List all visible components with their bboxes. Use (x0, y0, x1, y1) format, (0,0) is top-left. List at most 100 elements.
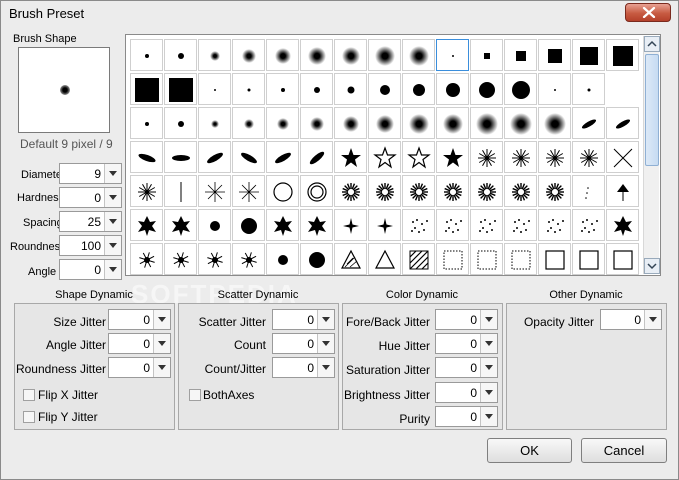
brush-preset-cell[interactable] (232, 39, 265, 71)
brush-preset-cell[interactable] (402, 73, 435, 105)
size-jitter-dropdown[interactable] (153, 310, 170, 329)
brush-preset-cell[interactable] (334, 175, 367, 207)
brush-preset-cell[interactable] (436, 107, 469, 139)
hue-jitter-stepper[interactable]: 0 (435, 333, 498, 354)
brush-preset-cell[interactable] (300, 141, 333, 173)
brush-preset-cell[interactable] (572, 73, 605, 105)
brush-preset-cell[interactable] (198, 175, 231, 207)
brush-preset-cell[interactable] (232, 209, 265, 241)
brush-preset-cell[interactable] (334, 39, 367, 71)
brush-preset-cell[interactable] (470, 209, 503, 241)
size-jitter-stepper[interactable]: 0 (108, 309, 171, 330)
fore-back-jitter-dropdown[interactable] (480, 310, 497, 329)
brush-preset-cell[interactable] (164, 209, 197, 241)
scroll-down-button[interactable] (644, 258, 660, 274)
close-button[interactable] (625, 3, 671, 22)
brush-preset-cell[interactable] (164, 107, 197, 139)
preset-scrollbar[interactable] (643, 36, 660, 274)
brush-preset-cell[interactable] (266, 141, 299, 173)
opacity-jitter-stepper[interactable]: 0 (600, 309, 662, 330)
brush-preset-cell[interactable] (130, 73, 163, 105)
brush-preset-cell[interactable] (368, 39, 401, 71)
brush-preset-cell[interactable] (130, 107, 163, 139)
brush-preset-cell[interactable] (130, 243, 163, 275)
brush-preset-cell[interactable] (606, 107, 639, 139)
hue-jitter-dropdown[interactable] (480, 334, 497, 353)
angle-jitter-dropdown[interactable] (153, 334, 170, 353)
roundness-jitter-dropdown[interactable] (153, 358, 170, 377)
brush-preset-cell[interactable] (266, 175, 299, 207)
brush-preset-cell[interactable] (504, 175, 537, 207)
brush-preset-cell[interactable] (130, 39, 163, 71)
brush-preset-cell[interactable] (436, 243, 469, 275)
both-axes-checkbox[interactable] (189, 389, 201, 401)
brush-preset-cell[interactable] (470, 73, 503, 105)
brush-preset-cell[interactable] (538, 209, 571, 241)
brush-preset-cell[interactable] (504, 209, 537, 241)
brush-preset-cell[interactable] (436, 175, 469, 207)
brush-preset-cell[interactable] (504, 73, 537, 105)
count-stepper[interactable]: 0 (272, 333, 335, 354)
flip-y-jitter-checkbox[interactable] (23, 411, 35, 423)
brush-preset-cell[interactable] (470, 243, 503, 275)
brush-preset-cell[interactable] (300, 175, 333, 207)
brush-preset-cell[interactable] (368, 243, 401, 275)
brush-preset-cell[interactable] (368, 209, 401, 241)
brush-preset-cell[interactable] (402, 243, 435, 275)
brush-preset-cell[interactable] (334, 141, 367, 173)
brush-preset-cell[interactable] (572, 175, 605, 207)
brush-preset-cell[interactable] (504, 141, 537, 173)
brush-preset-cell[interactable] (334, 209, 367, 241)
brush-preset-cell[interactable] (266, 209, 299, 241)
brush-preset-cell[interactable] (538, 175, 571, 207)
brush-preset-cell[interactable] (606, 141, 639, 173)
brush-preset-cell[interactable] (198, 73, 231, 105)
scatter-jitter-stepper[interactable]: 0 (272, 309, 335, 330)
brush-preset-cell[interactable] (164, 175, 197, 207)
brightness-jitter-dropdown[interactable] (480, 383, 497, 402)
scroll-up-button[interactable] (644, 36, 660, 52)
hardness-stepper[interactable]: 0 (59, 187, 122, 208)
brush-preset-cell[interactable] (436, 39, 469, 71)
ok-button[interactable]: OK (487, 438, 572, 463)
brush-preset-cell[interactable] (368, 175, 401, 207)
brush-preset-cell[interactable] (606, 175, 639, 207)
brush-preset-cell[interactable] (504, 39, 537, 71)
brightness-jitter-stepper[interactable]: 0 (435, 382, 498, 403)
brush-preset-cell[interactable] (198, 209, 231, 241)
brush-preset-cell[interactable] (300, 107, 333, 139)
roundness-dropdown[interactable] (104, 236, 121, 255)
diameter-dropdown[interactable] (104, 164, 121, 183)
brush-preset-cell[interactable] (130, 175, 163, 207)
brush-preset-cell[interactable] (300, 209, 333, 241)
brush-preset-cell[interactable] (232, 175, 265, 207)
brush-preset-cell[interactable] (538, 73, 571, 105)
spacing-stepper[interactable]: 25 (59, 211, 122, 232)
flip-x-jitter-checkbox[interactable] (23, 389, 35, 401)
count-dropdown[interactable] (317, 334, 334, 353)
angle-stepper[interactable]: 0 (59, 259, 122, 280)
brush-preset-cell[interactable] (606, 209, 639, 241)
saturation-jitter-dropdown[interactable] (480, 358, 497, 377)
brush-preset-cell[interactable] (198, 243, 231, 275)
brush-preset-cell[interactable] (538, 243, 571, 275)
angle-dropdown[interactable] (104, 260, 121, 279)
brush-preset-cell[interactable] (198, 107, 231, 139)
purity-dropdown[interactable] (480, 407, 497, 426)
brush-preset-cell[interactable] (232, 243, 265, 275)
brush-preset-cell[interactable] (164, 141, 197, 173)
fore-back-jitter-stepper[interactable]: 0 (435, 309, 498, 330)
brush-preset-cell[interactable] (470, 141, 503, 173)
brush-preset-cell[interactable] (130, 141, 163, 173)
brush-preset-cell[interactable] (436, 141, 469, 173)
brush-preset-cell[interactable] (572, 107, 605, 139)
brush-preset-cell[interactable] (402, 141, 435, 173)
brush-preset-cell[interactable] (198, 141, 231, 173)
hardness-dropdown[interactable] (104, 188, 121, 207)
brush-preset-cell[interactable] (606, 243, 639, 275)
diameter-stepper[interactable]: 9 (59, 163, 122, 184)
purity-stepper[interactable]: 0 (435, 406, 498, 427)
brush-preset-cell[interactable] (334, 243, 367, 275)
brush-preset-cell[interactable] (300, 73, 333, 105)
count-jitter-dropdown[interactable] (317, 358, 334, 377)
